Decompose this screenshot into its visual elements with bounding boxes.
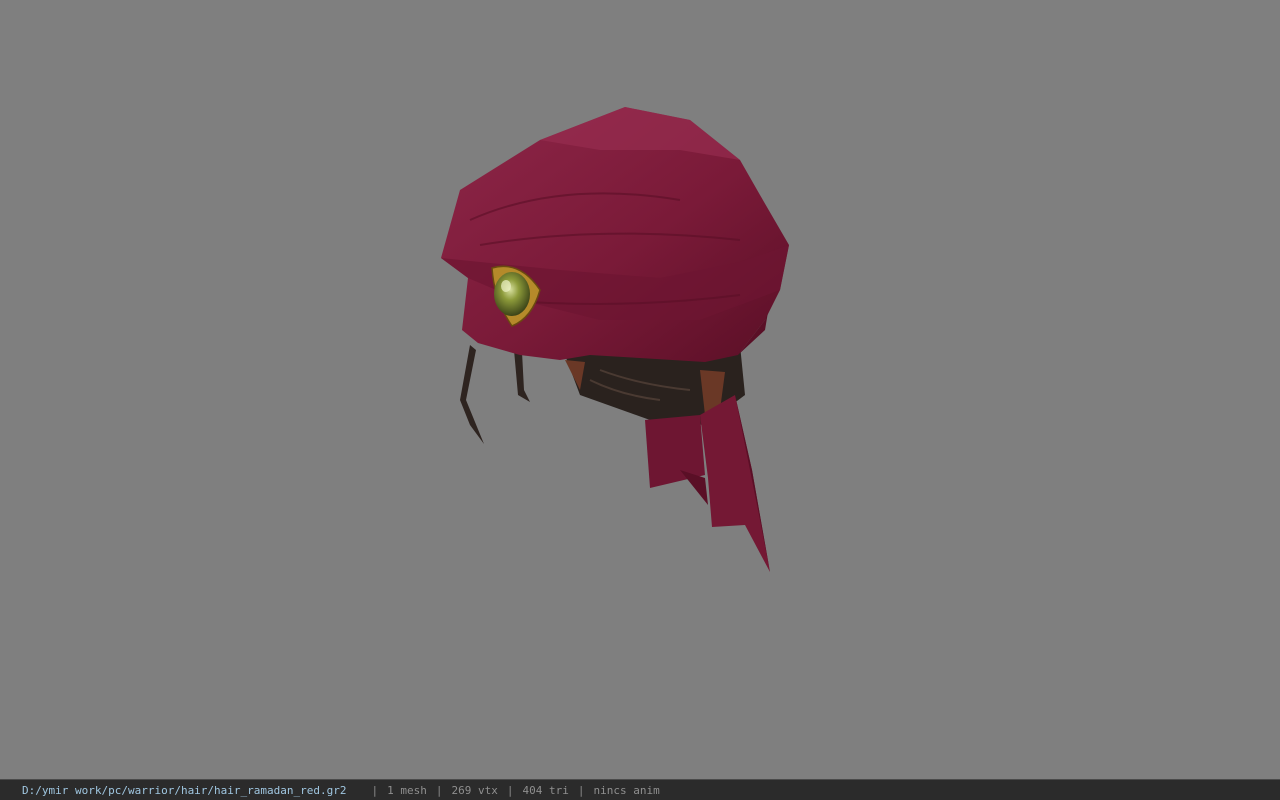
- triangle-count-label: 404 tri: [522, 783, 569, 797]
- model-render[interactable]: [0, 0, 1280, 779]
- turban: [441, 107, 789, 362]
- file-path-label: D:/ymir work/pc/warrior/hair/hair_ramada…: [22, 783, 347, 797]
- status-bar: D:/ymir work/pc/warrior/hair/hair_ramada…: [0, 779, 1280, 800]
- status-separator: |: [506, 783, 514, 797]
- hair-strands-left: [460, 345, 530, 444]
- 3d-viewport[interactable]: [0, 0, 1280, 779]
- anim-status-label: nincs anim: [593, 783, 660, 797]
- bandana-tails: [645, 395, 770, 572]
- vertex-count-label: 269 vtx: [451, 783, 498, 797]
- mesh-count-label: 1 mesh: [387, 783, 427, 797]
- status-separator: |: [577, 783, 585, 797]
- status-separator: |: [435, 783, 443, 797]
- status-separator: |: [371, 783, 379, 797]
